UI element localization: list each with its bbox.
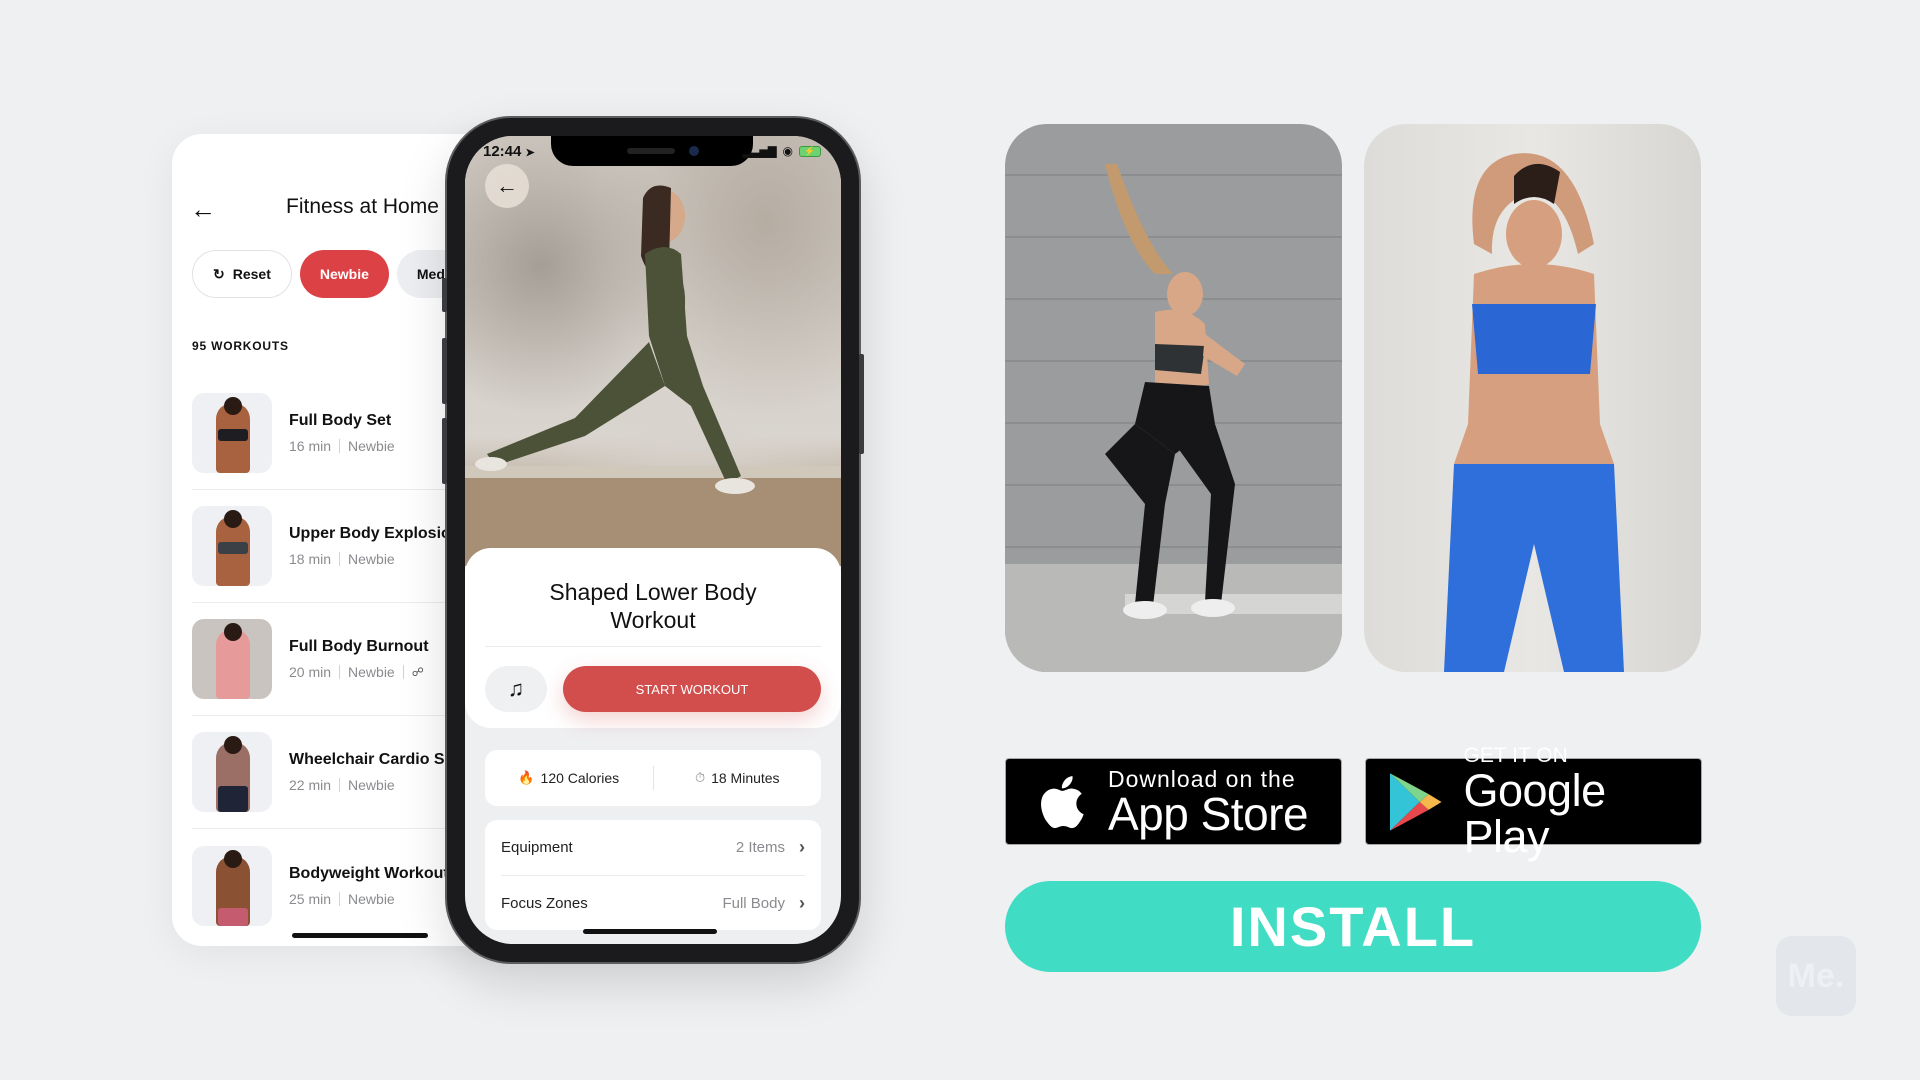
music-note-icon: ♫ <box>507 676 525 701</box>
workout-title: Shaped Lower Body Workout <box>549 579 757 633</box>
install-button[interactable]: INSTALL <box>1005 881 1701 972</box>
battery-charging-icon: ⚡ <box>799 145 821 157</box>
workout-thumbnail <box>192 732 272 812</box>
phone-frame: 12:44 ➤ ▂▃▅▇ ◉ ⚡ ← Shaped Lower Body Wor… <box>442 118 864 962</box>
divider <box>339 891 341 906</box>
chip-label: Newbie <box>319 266 369 282</box>
badge-small-text: GET IT ON <box>1463 743 1568 767</box>
workout-level: Newbie <box>348 890 395 907</box>
workout-thumbnail <box>192 506 272 586</box>
row-value: Full Body <box>722 894 785 912</box>
workout-detail-screen: 12:44 ➤ ▂▃▅▇ ◉ ⚡ ← Shaped Lower Body Wor… <box>465 136 841 944</box>
arrow-left-icon[interactable]: ← <box>190 194 220 224</box>
back-button[interactable]: ← <box>485 164 529 208</box>
workout-thumbnail <box>192 393 272 473</box>
divider <box>339 552 341 566</box>
minutes-value: 18 Minutes <box>711 770 780 786</box>
workout-thumbnail <box>192 619 272 699</box>
workout-duration: 16 min <box>289 438 332 454</box>
workout-thumbnail <box>192 845 272 926</box>
start-workout-button[interactable]: START WORKOUT <box>563 666 821 712</box>
workout-level: Newbie <box>348 664 395 680</box>
reset-label: Reset <box>232 266 271 282</box>
fire-icon: 🔥 <box>518 770 535 785</box>
duration-stat: ⏱ 18 Minutes <box>654 770 822 786</box>
volume-up-button <box>442 338 447 404</box>
app-store-badge[interactable]: Download on the App Store <box>1005 758 1342 845</box>
reset-filter-button[interactable]: ↻ Reset <box>192 250 292 298</box>
notch <box>551 136 753 166</box>
jumping-model-photo <box>1005 124 1342 672</box>
row-label: Focus Zones <box>501 894 588 912</box>
divider <box>339 778 341 792</box>
chevron-right-icon: › <box>799 892 805 913</box>
workout-level: Newbie <box>348 777 395 793</box>
dumbbell-icon: ☍ <box>411 665 424 679</box>
badge-big-text: Google Play <box>1463 764 1607 862</box>
watermark-logo: Me. <box>1776 936 1856 1016</box>
workout-duration: 25 min <box>289 890 332 907</box>
workout-title: Full Body Set <box>289 412 392 429</box>
focus-zones-row[interactable]: Focus Zones Full Body › <box>501 875 805 930</box>
badge-small-text: Download on the <box>1108 765 1296 792</box>
home-indicator <box>292 933 428 938</box>
arrow-left-icon: ← <box>496 173 518 198</box>
row-label: Equipment <box>501 839 573 856</box>
divider <box>339 439 341 453</box>
workout-duration: 20 min <box>289 664 332 680</box>
info-card: Equipment 2 Items › Focus Zones Full Bod… <box>485 820 821 930</box>
workout-title: Upper Body Explosion <box>289 525 461 542</box>
stats-card: 🔥 120 Calories ⏱ 18 Minutes <box>485 750 821 806</box>
workout-level: Newbie <box>348 551 395 567</box>
location-arrow-icon: ➤ <box>525 147 535 159</box>
workout-title: Full Body Burnout <box>289 638 429 655</box>
status-time: 12:44 ➤ <box>483 143 535 160</box>
google-play-badge[interactable]: GET IT ON Google Play <box>1365 744 1702 859</box>
apple-logo-icon <box>1041 775 1084 828</box>
chevron-right-icon: › <box>799 837 805 857</box>
workout-duration: 22 min <box>289 777 332 793</box>
signal-icon: ▂▃▅▇ <box>742 145 777 158</box>
workout-title: Bodyweight Workout <box>289 864 449 882</box>
page-title: Fitness at Home <box>286 195 439 218</box>
status-icons: ▂▃▅▇ ◉ ⚡ <box>743 144 821 158</box>
calories-stat: 🔥 120 Calories <box>485 770 653 786</box>
google-play-logo-icon <box>1389 772 1442 831</box>
divider <box>339 665 341 679</box>
home-indicator <box>583 929 717 934</box>
workout-level: Newbie <box>348 438 395 454</box>
workout-title-card: Shaped Lower Body Workout ♫ START WORKOU… <box>465 548 841 728</box>
workout-duration: 18 min <box>289 551 332 567</box>
wifi-icon: ◉ <box>782 144 793 158</box>
stopwatch-icon: ⏱ <box>694 770 706 785</box>
blue-outfit-model-photo <box>1364 124 1701 672</box>
mute-switch <box>442 278 447 312</box>
divider <box>402 665 404 679</box>
volume-down-button <box>442 418 447 484</box>
music-button[interactable]: ♫ <box>485 666 547 712</box>
power-button <box>859 354 864 454</box>
calories-value: 120 Calories <box>540 770 620 786</box>
refresh-icon: ↻ <box>213 265 225 282</box>
badge-big-text: App Store <box>1108 787 1309 840</box>
workouts-count: 95 WORKOUTS <box>192 339 289 353</box>
row-value: 2 Items <box>735 839 785 856</box>
filter-chip-newbie[interactable]: Newbie <box>299 250 389 298</box>
divider <box>485 646 821 647</box>
workout-title: Wheelchair Cardio Set <box>289 751 459 768</box>
equipment-row[interactable]: Equipment 2 Items › <box>485 820 821 875</box>
